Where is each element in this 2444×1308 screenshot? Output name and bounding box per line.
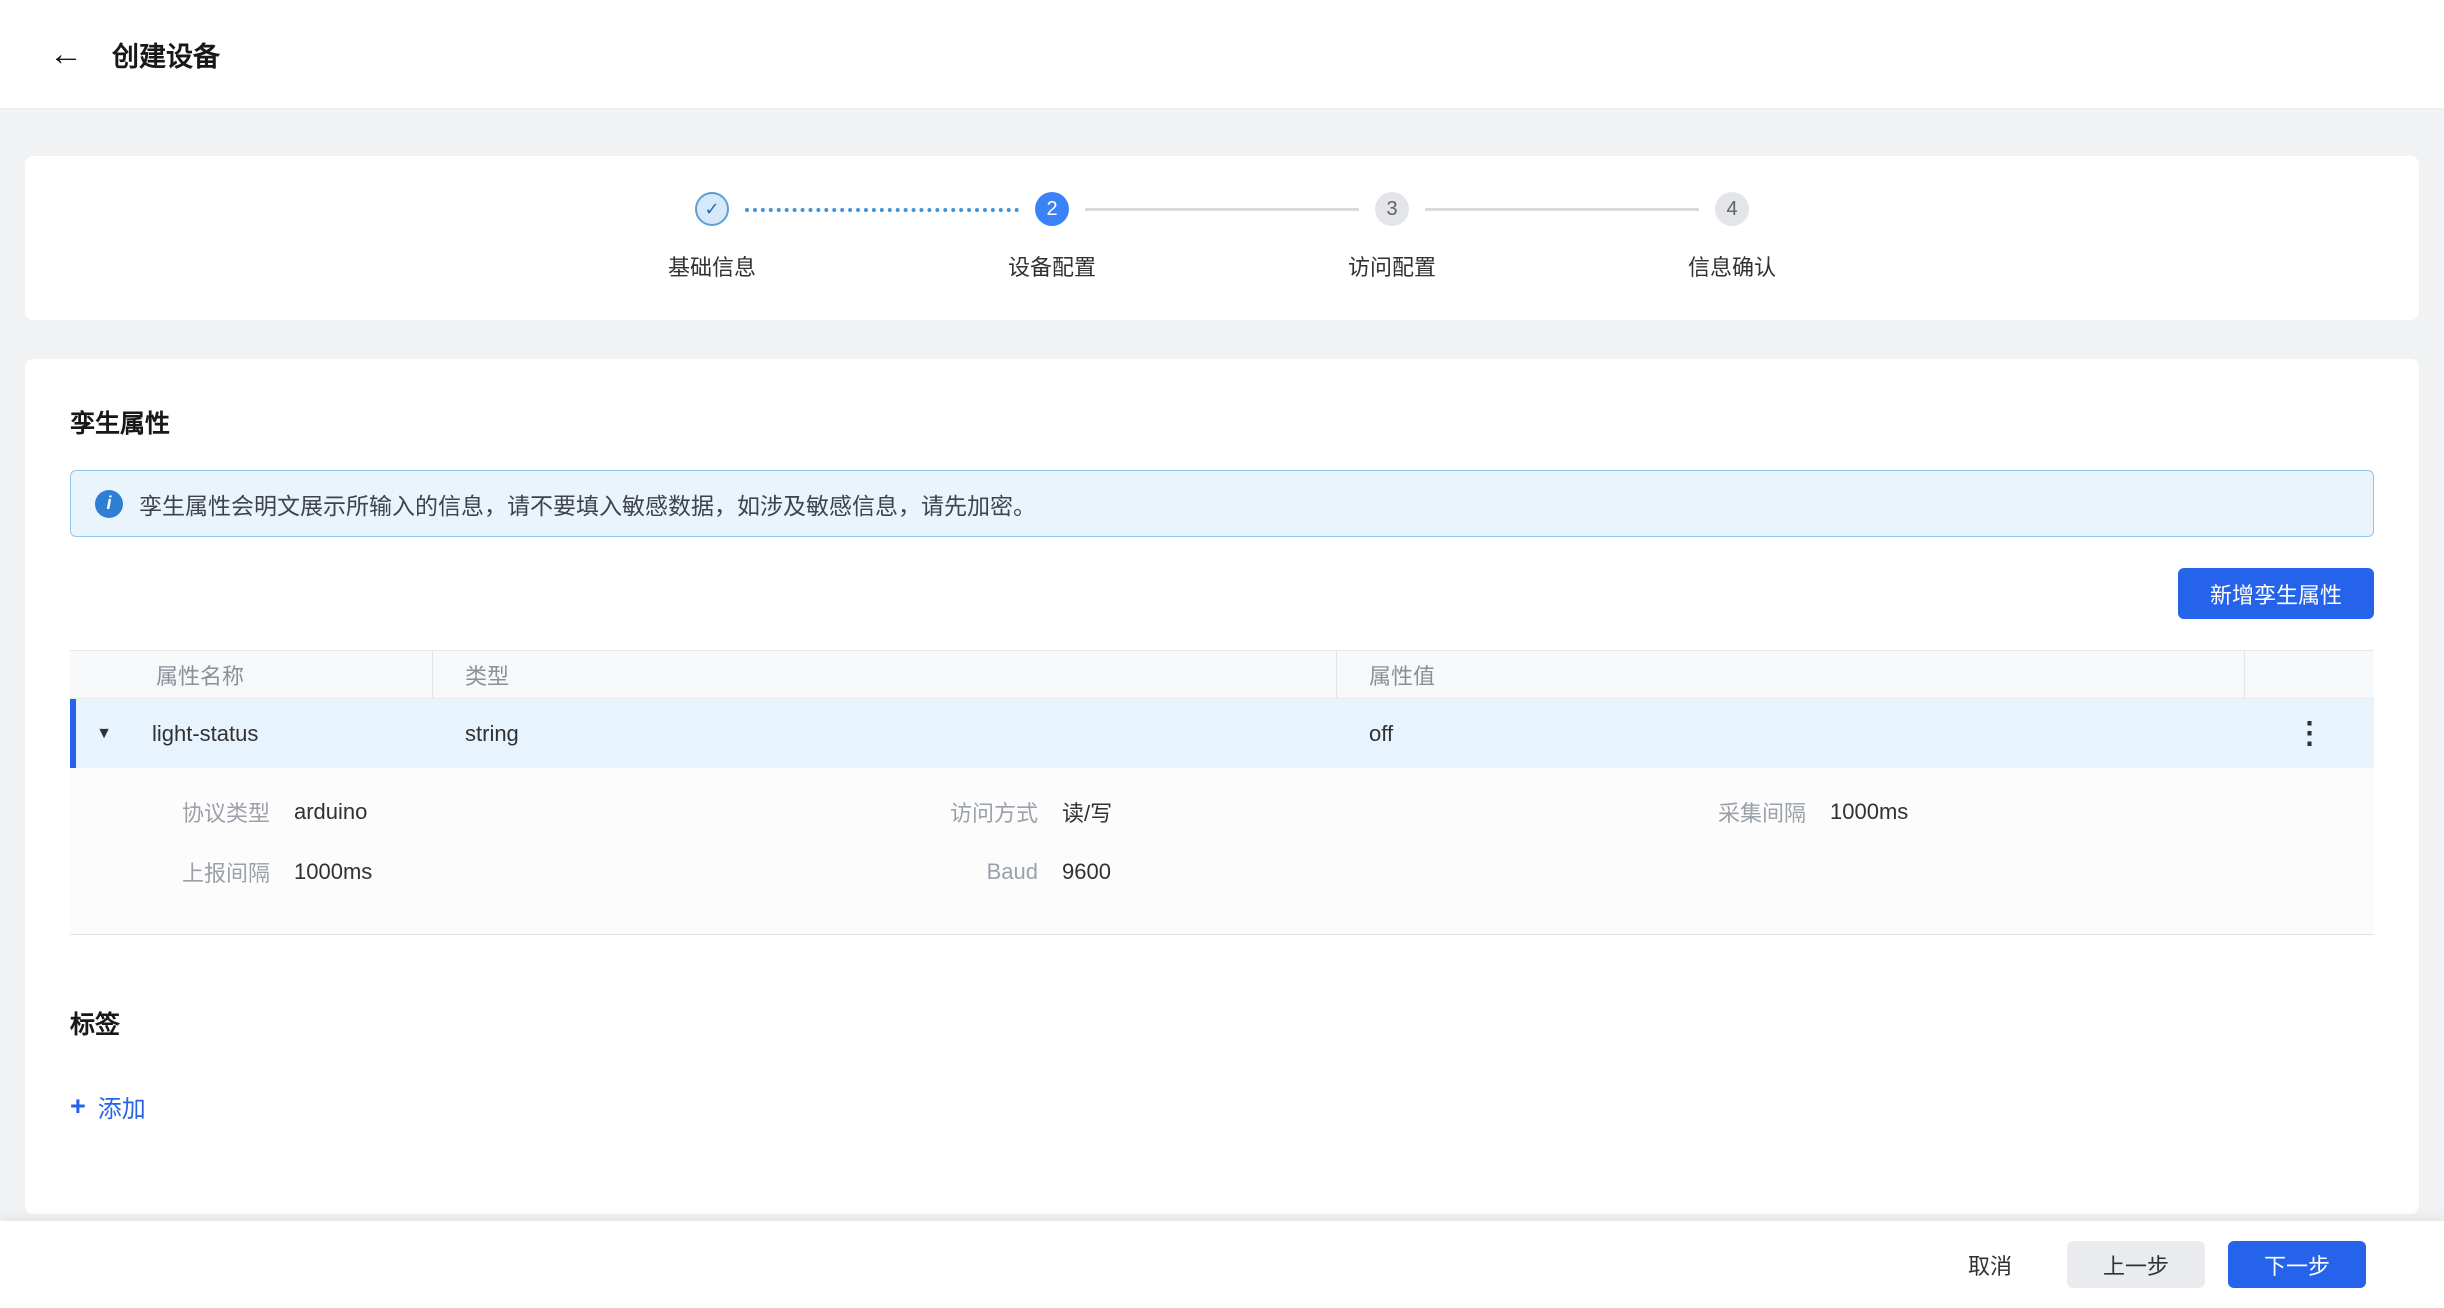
step-confirm-info[interactable]: 4 信息确认: [1715, 192, 1749, 226]
detail-value: 读/写: [1062, 796, 1112, 828]
detail-value: 1000ms: [1830, 799, 1908, 825]
detail-collect-interval: 采集间隔 1000ms: [1606, 782, 2374, 842]
step-number-active: 2: [1035, 192, 1069, 226]
detail-value: 9600: [1062, 859, 1111, 885]
twin-property-table: 属性名称 类型 属性值 ▼ light-status string off ⋮ …: [70, 650, 2374, 935]
add-tag-label: 添加: [98, 1089, 146, 1124]
step-label: 信息确认: [1688, 250, 1776, 282]
plus-icon: +: [70, 1093, 86, 1120]
detail-baud: Baud 9600: [838, 842, 1606, 902]
detail-label: 协议类型: [70, 796, 270, 828]
detail-value: arduino: [294, 799, 367, 825]
detail-protocol-type: 协议类型 arduino: [70, 782, 838, 842]
add-tag-link[interactable]: + 添加: [70, 1089, 146, 1124]
wizard-stepper-card: ✓ 基础信息 2 设备配置 3 访问配置 4 信息确认: [25, 156, 2419, 320]
step-basic-info[interactable]: ✓ 基础信息: [695, 192, 729, 226]
column-header-value: 属性值: [1337, 651, 2245, 698]
device-config-card: 孪生属性 i 孪生属性会明文展示所输入的信息，请不要填入敏感数据，如涉及敏感信息…: [25, 359, 2419, 1214]
step-connector: [1085, 208, 1359, 211]
step-check-icon: ✓: [695, 192, 729, 226]
cancel-button[interactable]: 取消: [1968, 1249, 2012, 1281]
twin-alert-text: 孪生属性会明文展示所输入的信息，请不要填入敏感数据，如涉及敏感信息，请先加密。: [139, 487, 1036, 521]
twin-toolbar: 新增孪生属性: [70, 568, 2374, 619]
row-expanded-detail: 协议类型 arduino 访问方式 读/写 采集间隔 1000ms 上报间隔 1…: [70, 768, 2374, 935]
info-icon: i: [95, 490, 123, 518]
column-header-name: 属性名称: [70, 651, 433, 698]
table-header-row: 属性名称 类型 属性值: [70, 651, 2374, 699]
detail-report-interval: 上报间隔 1000ms: [70, 842, 838, 902]
next-step-button[interactable]: 下一步: [2228, 1241, 2366, 1288]
detail-label: 访问方式: [838, 796, 1038, 828]
wizard-stepper: ✓ 基础信息 2 设备配置 3 访问配置 4 信息确认: [25, 156, 2419, 226]
twin-section-title: 孪生属性: [70, 404, 2374, 440]
detail-value: 1000ms: [294, 859, 372, 885]
step-label: 基础信息: [668, 250, 756, 282]
property-value: off: [1337, 721, 2245, 747]
step-access-config[interactable]: 3 访问配置: [1375, 192, 1409, 226]
step-connector: [1425, 208, 1699, 211]
step-label: 设备配置: [1008, 250, 1096, 282]
twin-info-alert: i 孪生属性会明文展示所输入的信息，请不要填入敏感数据，如涉及敏感信息，请先加密…: [70, 470, 2374, 537]
add-twin-property-button[interactable]: 新增孪生属性: [2178, 568, 2374, 619]
step-device-config[interactable]: 2 设备配置: [1035, 192, 1069, 226]
column-header-actions: [2245, 651, 2374, 698]
property-type: string: [433, 721, 1337, 747]
expand-row-toggle[interactable]: ▼: [90, 725, 118, 743]
previous-step-button[interactable]: 上一步: [2067, 1241, 2205, 1288]
detail-label: 上报间隔: [70, 856, 270, 888]
property-name: light-status: [152, 721, 258, 747]
detail-empty-cell: [1606, 842, 2374, 902]
detail-label: Baud: [838, 859, 1038, 885]
table-row[interactable]: ▼ light-status string off ⋮: [70, 699, 2374, 768]
step-label: 访问配置: [1348, 250, 1436, 282]
step-number: 3: [1375, 192, 1409, 226]
row-more-actions-icon[interactable]: ⋮: [2285, 719, 2335, 749]
detail-label: 采集间隔: [1606, 796, 1806, 828]
tags-section-title: 标签: [70, 1005, 2374, 1041]
top-bar: ← 创建设备: [0, 0, 2444, 109]
page-title: 创建设备: [112, 35, 220, 74]
footer-action-bar: 取消 上一步 下一步: [0, 1221, 2444, 1308]
step-connector-dotted: [745, 208, 1019, 212]
back-button[interactable]: ←: [46, 34, 86, 74]
step-number: 4: [1715, 192, 1749, 226]
detail-access-mode: 访问方式 读/写: [838, 782, 1606, 842]
column-header-type: 类型: [433, 651, 1337, 698]
